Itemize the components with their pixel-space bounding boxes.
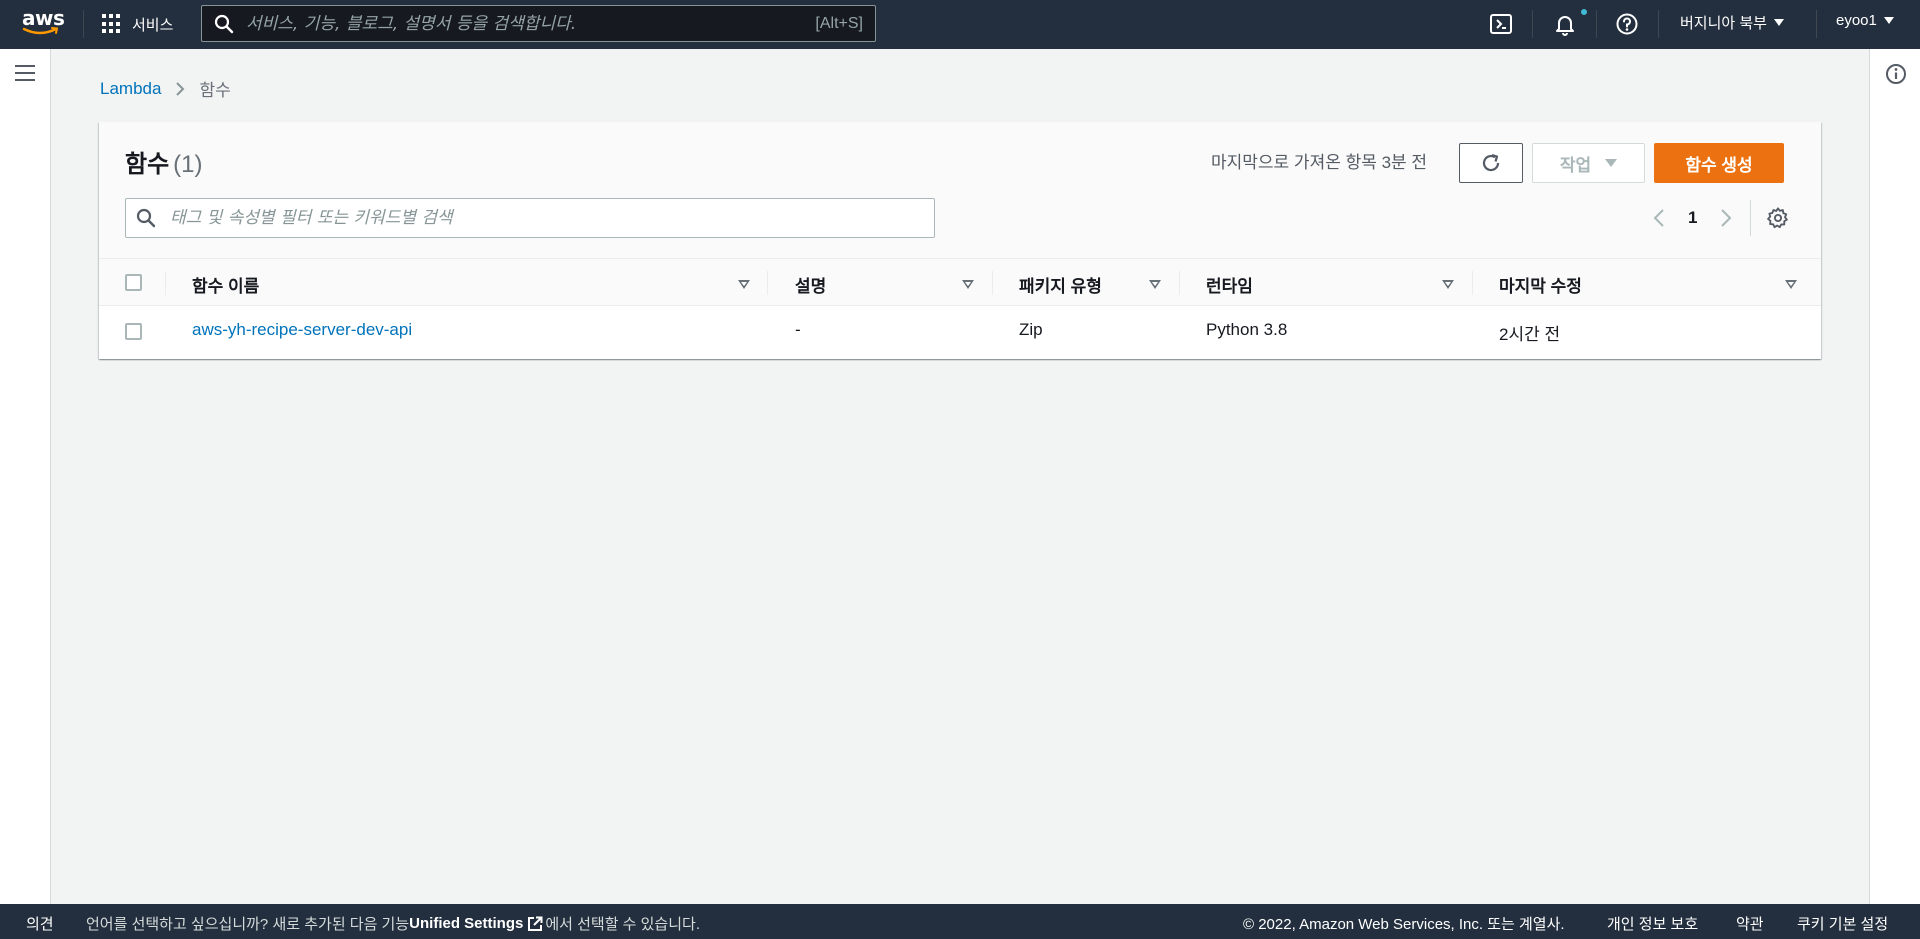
chevron-right-icon[interactable]	[1713, 206, 1737, 230]
refresh-button[interactable]	[1459, 143, 1523, 183]
chevron-right-icon	[176, 81, 185, 96]
table-header: 함수 이름 설명 패키지 유형 런타임 마지막 수정	[99, 258, 1821, 306]
column-header-last-modified[interactable]: 마지막 수정	[1499, 272, 1582, 297]
package-type-cell: Zip	[1019, 320, 1043, 339]
create-function-button[interactable]: 함수 생성	[1654, 143, 1784, 183]
create-function-label: 함수 생성	[1685, 155, 1753, 175]
function-name-link[interactable]: aws-yh-recipe-server-dev-api	[192, 320, 412, 339]
function-count: (1)	[173, 151, 203, 178]
nav-divider	[1816, 10, 1817, 38]
column-header-runtime[interactable]: 런타임	[1206, 272, 1253, 297]
column-divider	[1179, 271, 1180, 295]
panel-title: 함수 (1)	[125, 144, 203, 179]
filter-search[interactable]	[125, 198, 935, 238]
privacy-link[interactable]: 개인 정보 보호	[1607, 913, 1698, 934]
select-all-checkbox[interactable]	[125, 274, 142, 291]
runtime-cell: Python 3.8	[1206, 320, 1288, 339]
global-search-input[interactable]	[246, 13, 816, 34]
account-menu[interactable]: eyoo1	[1836, 12, 1894, 29]
user-label: eyoo1	[1836, 12, 1877, 29]
column-header-description[interactable]: 설명	[795, 272, 826, 297]
search-icon	[136, 208, 156, 228]
cloudshell-icon[interactable]	[1489, 12, 1513, 36]
unified-settings-link[interactable]: Unified Settings	[409, 915, 523, 932]
nav-divider	[1596, 10, 1597, 38]
row-checkbox[interactable]	[125, 323, 142, 340]
actions-label: 작업	[1559, 155, 1592, 175]
column-divider	[767, 271, 768, 295]
panel-header: 함수(1) 마지막으로 가져온 항목 3분 전 작업 함수 생성 1	[99, 122, 1821, 258]
refresh-icon	[1482, 153, 1500, 172]
pagination: 1	[1648, 206, 1737, 230]
function-name-cell: aws-yh-recipe-server-dev-api	[192, 320, 412, 340]
left-sidebar-collapsed	[0, 49, 51, 904]
footer: 의견 언어를 선택하고 싶으십니까? 새로 추가된 다음 기능 Unified …	[0, 904, 1920, 939]
filter-input[interactable]	[170, 208, 934, 228]
last-fetched-text: 마지막으로 가져온 항목 3분 전	[1211, 153, 1428, 172]
region-selector[interactable]: 버지니아 북부	[1680, 12, 1784, 33]
sort-icon[interactable]	[1442, 280, 1454, 289]
sort-icon[interactable]	[962, 280, 974, 289]
sort-icon[interactable]	[738, 280, 750, 289]
cookie-preferences-link[interactable]: 쿠키 기본 설정	[1797, 913, 1888, 934]
column-header-name[interactable]: 함수 이름	[192, 272, 259, 297]
sort-icon[interactable]	[1149, 280, 1161, 289]
top-navigation: aws 서비스 [Alt+S] 버지니아 북부 eyoo1	[0, 0, 1920, 49]
column-divider	[165, 271, 166, 295]
column-divider	[992, 271, 993, 295]
gear-icon[interactable]	[1767, 207, 1789, 229]
aws-logo[interactable]: aws	[22, 6, 65, 40]
nav-divider	[83, 10, 84, 38]
language-notice: 언어를 선택하고 싶으십니까? 새로 추가된 다음 기능 Unified Set…	[86, 913, 700, 934]
region-label: 버지니아 북부	[1680, 15, 1767, 32]
caret-down-icon	[1883, 17, 1894, 24]
right-tools-panel-collapsed	[1869, 49, 1920, 904]
sort-icon[interactable]	[1785, 280, 1797, 289]
terms-link[interactable]: 약관	[1736, 913, 1764, 934]
search-icon	[214, 14, 234, 33]
help-icon[interactable]	[1615, 12, 1639, 36]
global-search[interactable]: [Alt+S]	[201, 5, 876, 42]
pager-divider	[1750, 200, 1751, 236]
services-menu-button[interactable]: 서비스	[102, 10, 173, 38]
bell-icon[interactable]	[1553, 12, 1577, 36]
notification-dot	[1581, 9, 1587, 15]
last-modified-cell: 2시간 전	[1499, 325, 1561, 344]
grid-icon	[102, 14, 122, 34]
feedback-link[interactable]: 의견	[26, 913, 54, 934]
chevron-left-icon[interactable]	[1648, 206, 1672, 230]
breadcrumb: Lambda 함수	[100, 76, 231, 101]
external-link-icon	[528, 916, 543, 931]
aws-logo-text: aws	[22, 6, 65, 30]
language-notice-prefix: 언어를 선택하고 싶으십니까? 새로 추가된 다음 기능	[86, 916, 410, 933]
nav-divider	[1658, 10, 1659, 38]
column-divider	[1472, 271, 1473, 295]
search-shortcut-hint: [Alt+S]	[815, 14, 863, 32]
menu-icon[interactable]	[15, 65, 35, 83]
caret-down-icon	[1773, 19, 1784, 26]
functions-panel: 함수(1) 마지막으로 가져온 항목 3분 전 작업 함수 생성 1	[99, 122, 1821, 359]
description-cell: -	[795, 320, 801, 339]
copyright-text: © 2022, Amazon Web Services, Inc. 또는 계열사…	[1243, 916, 1565, 933]
nav-divider	[1532, 10, 1533, 38]
table-row: aws-yh-recipe-server-dev-api - Zip Pytho…	[99, 306, 1821, 357]
caret-down-icon	[1605, 159, 1618, 167]
info-icon[interactable]	[1885, 63, 1907, 85]
services-label: 서비스	[132, 16, 174, 34]
page-number[interactable]: 1	[1688, 208, 1697, 228]
actions-dropdown-button[interactable]: 작업	[1532, 143, 1645, 183]
language-notice-suffix: 에서 선택할 수 있습니다.	[545, 916, 700, 933]
panel-title-text: 함수	[125, 151, 170, 178]
breadcrumb-current: 함수	[199, 81, 231, 100]
column-header-package-type[interactable]: 패키지 유형	[1019, 272, 1102, 297]
breadcrumb-lambda-link[interactable]: Lambda	[100, 79, 161, 99]
